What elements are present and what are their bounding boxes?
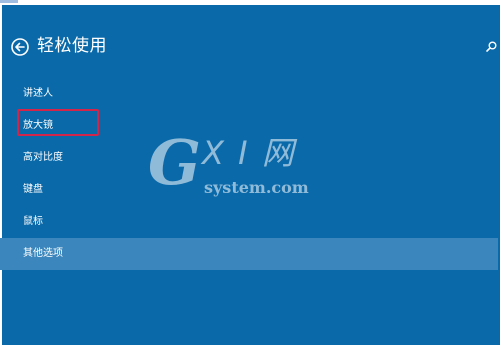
search-icon [486, 41, 497, 52]
menu-item-label: 放大镜 [23, 120, 53, 131]
search-button[interactable] [484, 39, 498, 53]
page-title: 轻松使用 [37, 36, 107, 56]
menu-item-magnifier[interactable]: 放大镜 [0, 110, 498, 142]
window-top-accent [0, 0, 18, 3]
menu-item-mouse[interactable]: 鼠标 [0, 206, 498, 238]
menu-item-label: 鼠标 [23, 216, 43, 227]
menu-item-label: 高对比度 [23, 152, 63, 163]
menu-item-high-contrast[interactable]: 高对比度 [0, 142, 498, 174]
menu-item-label: 键盘 [23, 184, 43, 195]
menu-item-other-options[interactable]: 其他选项 [0, 238, 498, 270]
back-button[interactable] [11, 38, 29, 56]
menu-item-label: 讲述人 [23, 88, 53, 99]
back-arrow-icon [11, 38, 29, 56]
menu-item-label: 其他选项 [23, 248, 63, 259]
settings-menu: 讲述人 放大镜 高对比度 键盘 鼠标 其他选项 [0, 78, 498, 270]
menu-item-keyboard[interactable]: 键盘 [0, 174, 498, 206]
menu-item-narrator[interactable]: 讲述人 [0, 78, 498, 110]
app-window: 轻松使用 讲述人 放大镜 高对比度 键盘 鼠标 其他选项 G X I 网 sys… [0, 0, 502, 347]
